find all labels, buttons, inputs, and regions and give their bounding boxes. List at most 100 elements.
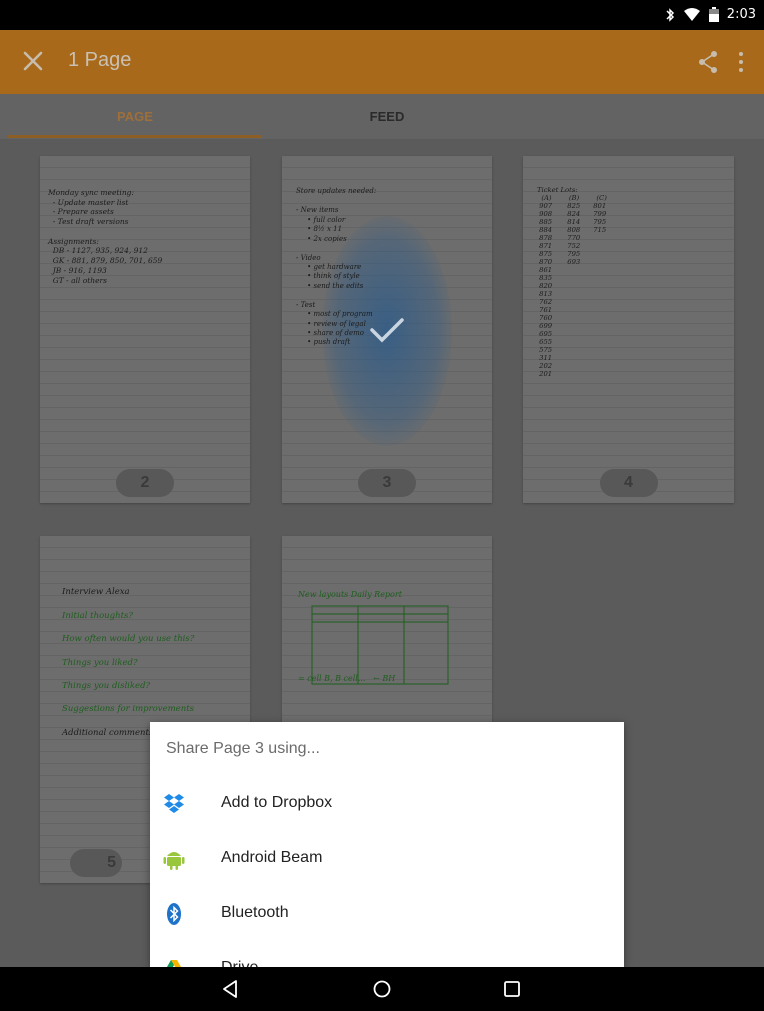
note-text: Store updates needed: - New items • full…	[296, 178, 376, 348]
more-options-icon[interactable]	[738, 50, 744, 74]
page-number-badge: 5	[70, 849, 122, 877]
note-line: Things you disliked?	[62, 680, 151, 691]
page-number-badge: 4	[599, 469, 658, 497]
note-line: (A) (B) (C)	[537, 194, 607, 203]
note-line: 202	[537, 362, 553, 371]
share-item-android-beam[interactable]: Android Beam	[150, 833, 624, 888]
bluetooth-status-icon	[666, 7, 674, 22]
note-text: Monday sync meeting: - Update master lis…	[48, 178, 162, 285]
note-line: 655	[537, 338, 553, 347]
note-line: • share of demo	[296, 329, 364, 337]
note-text: Interview Alexa Initial thoughts? How of…	[62, 558, 194, 745]
note-line: • most of program	[296, 310, 373, 319]
note-text: Ticket Lots: (A) (B) (C) 907 825 801 908…	[537, 178, 607, 378]
note-line: • 8½ x 11	[296, 225, 343, 234]
note-line: 908 824 799	[537, 210, 607, 219]
note-line: • get hardware	[296, 262, 362, 271]
share-item-dropbox[interactable]: Add to Dropbox	[150, 778, 624, 833]
page-number-badge: 3	[358, 469, 416, 497]
share-icon[interactable]	[697, 50, 719, 74]
note-line: - Test draft versions	[48, 217, 129, 226]
note-line: 761	[537, 306, 553, 315]
battery-icon	[708, 7, 719, 22]
note-line: 699	[537, 322, 553, 331]
note-line: JB - 916, 1193	[48, 265, 107, 275]
note-line: 884 808 715	[537, 226, 607, 235]
note-line: 835	[537, 274, 553, 283]
bluetooth-icon	[167, 903, 181, 925]
note-line: • 2x copies	[296, 234, 347, 243]
note-line: - New items	[296, 206, 339, 215]
share-item-drive[interactable]: Drive	[150, 943, 624, 967]
note-line: • send the edits	[296, 281, 364, 290]
note-line: - Update master list	[48, 197, 129, 207]
note-line: GK - 881, 879, 850, 701, 659	[48, 256, 163, 265]
status-bar: 2:03	[0, 0, 764, 30]
android-icon	[163, 852, 185, 870]
note-line: - Prepare assets	[48, 207, 114, 217]
note-line: 695	[537, 330, 553, 339]
note-line: 875 795	[537, 250, 581, 259]
dropbox-icon	[164, 794, 184, 813]
note-line: Store updates needed:	[296, 187, 377, 196]
share-item-label: Android Beam	[221, 849, 323, 866]
share-dialog: Share Page 3 using... Add to Dropbox And…	[150, 722, 624, 967]
recents-icon[interactable]	[500, 977, 524, 1001]
note-line: 813	[537, 290, 553, 299]
system-nav-bar	[0, 967, 764, 1011]
drive-icon	[166, 960, 182, 967]
note-line: 760	[537, 314, 553, 323]
note-line: • think of style	[296, 272, 360, 281]
page-title: 1 Page	[68, 49, 132, 71]
note-line: 820	[537, 282, 553, 291]
note-line: 201	[537, 370, 553, 379]
wifi-icon	[683, 7, 700, 21]
tab-bar: PAGE FEED	[0, 94, 764, 139]
note-line: Additional comments	[62, 727, 154, 738]
note-line: 885 814 795	[537, 218, 607, 227]
note-line: - Test	[296, 300, 316, 309]
note-line: Ticket Lots:	[537, 186, 578, 195]
note-line: Monday sync meeting:	[48, 187, 134, 197]
note-line: • full color	[296, 215, 346, 224]
note-line: 871 752	[537, 242, 581, 251]
page-thumbnail-4[interactable]: Ticket Lots: (A) (B) (C) 907 825 801 908…	[523, 156, 734, 503]
share-dialog-title: Share Page 3 using...	[166, 740, 320, 757]
note-line: Assignments:	[48, 236, 99, 246]
tab-page[interactable]: PAGE	[8, 94, 262, 139]
note-line: 762	[537, 298, 553, 307]
note-line: - Video	[296, 253, 321, 262]
note-line: 575	[537, 346, 553, 355]
share-item-bluetooth[interactable]: Bluetooth	[150, 888, 624, 943]
close-icon[interactable]	[22, 50, 44, 72]
note-line: Things you liked?	[62, 657, 138, 668]
note-line: 870 693	[537, 258, 581, 267]
note-line: 311	[537, 354, 553, 363]
share-item-label: Add to Dropbox	[221, 794, 333, 811]
status-icons: 2:03	[665, 7, 756, 22]
tab-feed[interactable]: FEED	[262, 94, 512, 139]
page-thumbnail-3[interactable]: Store updates needed: - New items • full…	[282, 156, 492, 503]
note-line: • review of legal	[296, 319, 366, 328]
home-icon[interactable]	[370, 977, 394, 1001]
note-line: Suggestions for improvements	[62, 704, 194, 715]
share-item-label: Bluetooth	[221, 904, 289, 921]
app-bar: 1 Page	[0, 30, 764, 94]
share-item-label: Drive	[221, 959, 258, 967]
sketch-table	[311, 605, 449, 685]
page-number-badge: 2	[116, 469, 174, 497]
page-thumbnail-2[interactable]: Monday sync meeting: - Update master lis…	[40, 156, 250, 503]
tab-indicator	[8, 135, 262, 138]
note-line: DB - 1127, 935, 924, 912	[48, 246, 148, 256]
note-line: New layouts Daily Report	[298, 590, 402, 600]
note-line: Initial thoughts?	[62, 610, 133, 621]
checkmark-icon	[370, 318, 404, 343]
note-line: 907 825 801	[537, 202, 607, 211]
note-line: Interview Alexa	[62, 587, 130, 598]
status-time: 2:03	[726, 7, 756, 22]
note-line: GT - all others	[48, 275, 107, 285]
note-line: 861	[537, 266, 553, 275]
note-line: • push draft	[296, 338, 351, 347]
note-line: How often would you use this?	[62, 634, 195, 645]
back-icon[interactable]	[218, 977, 242, 1001]
